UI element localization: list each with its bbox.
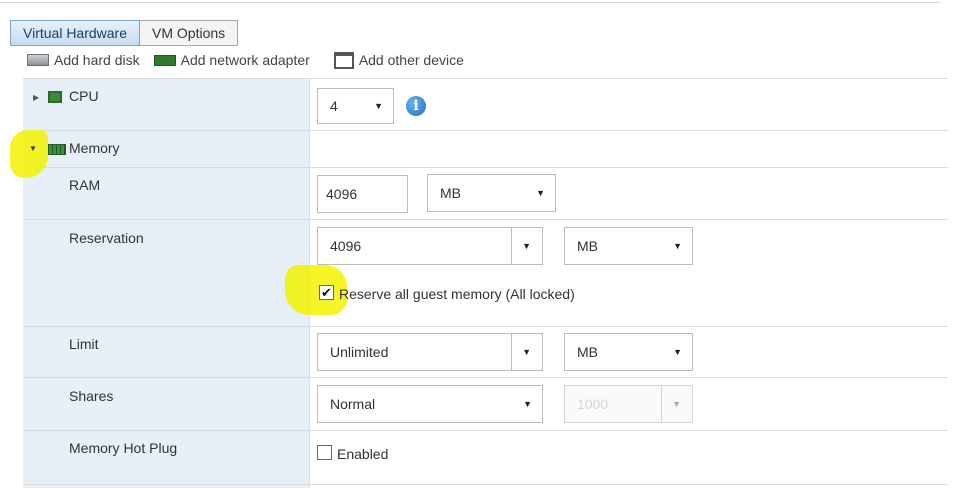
cpu-icon [48, 91, 62, 103]
limit-value: Unlimited [330, 344, 389, 360]
shares-number-combo: 1000 ▼ [564, 385, 693, 423]
row-separator [23, 130, 948, 131]
ram-value: 4096 [326, 186, 358, 202]
hot-plug-enabled-label: Enabled [337, 446, 389, 462]
caret-down-icon: ▼ [523, 399, 532, 409]
caret-down-icon: ▼ [522, 347, 531, 357]
device-icon [333, 51, 354, 69]
reservation-combo[interactable]: 4096 ▼ [317, 227, 543, 265]
memory-icon [48, 144, 66, 155]
limit-unit-value: MB [577, 344, 598, 360]
shares-number-value: 1000 [577, 396, 609, 412]
network-adapter-icon [153, 54, 176, 66]
row-separator [23, 326, 948, 327]
ram-unit-value: MB [440, 185, 461, 201]
ram-label: RAM [69, 177, 101, 193]
caret-down-icon: ▼ [374, 101, 383, 111]
cpu-count-select[interactable]: 4 ▼ [317, 88, 394, 124]
ram-input[interactable]: 4096 [317, 175, 408, 213]
info-icon[interactable]: i [406, 96, 426, 116]
row-separator [23, 377, 948, 378]
reservation-label: Reservation [69, 230, 144, 246]
shares-label: Shares [69, 388, 114, 404]
combo-separator [511, 228, 512, 264]
tab-virtual-hardware[interactable]: Virtual Hardware [10, 20, 141, 46]
memory-label: Memory [69, 140, 120, 156]
expand-cpu-icon[interactable]: ▶ [33, 93, 39, 102]
caret-down-icon: ▼ [536, 188, 545, 198]
row-separator [23, 167, 948, 168]
tab-vm-options[interactable]: VM Options [140, 20, 239, 46]
combo-separator [661, 386, 662, 422]
hard-disk-icon [27, 54, 49, 66]
row-separator [23, 430, 948, 431]
reservation-unit-select[interactable]: MB ▼ [564, 227, 693, 265]
combo-separator [511, 334, 512, 370]
reservation-value: 4096 [330, 238, 362, 254]
caret-down-icon: ▼ [673, 347, 682, 357]
collapse-memory-icon[interactable]: ▼ [29, 144, 37, 153]
top-rule [0, 2, 940, 3]
row-separator [23, 219, 948, 220]
limit-label: Limit [69, 336, 99, 352]
add-other-device-button[interactable]: Add other device [324, 51, 464, 69]
hot-plug-enabled-checkbox[interactable] [317, 445, 332, 460]
caret-down-icon: ▼ [672, 399, 681, 409]
row-separator [23, 484, 948, 485]
limit-combo[interactable]: Unlimited ▼ [317, 333, 543, 371]
hardware-settings-grid: ▶ CPU 4 ▼ i ▼ Memory RAM 4096 MB ▼ Reser… [10, 78, 948, 488]
shares-value: Normal [330, 396, 376, 412]
add-network-adapter-button[interactable]: Add network adapter [153, 52, 310, 68]
device-toolbar: Add hard disk Add network adapter Add ot… [27, 51, 478, 69]
limit-unit-select[interactable]: MB ▼ [564, 333, 693, 371]
row-separator [23, 78, 948, 79]
add-hard-disk-button[interactable]: Add hard disk [27, 52, 140, 68]
add-hard-disk-label: Add hard disk [54, 52, 140, 68]
label-column [23, 78, 309, 488]
caret-down-icon: ▼ [673, 241, 682, 251]
reservation-unit-value: MB [577, 238, 598, 254]
caret-down-icon: ▼ [522, 241, 531, 251]
tab-bar: Virtual Hardware VM Options [10, 20, 239, 46]
add-other-device-label: Add other device [358, 52, 464, 68]
cpu-count-value: 4 [330, 98, 338, 114]
highlight-mark [285, 265, 347, 315]
add-network-adapter-label: Add network adapter [180, 52, 310, 68]
ram-unit-select[interactable]: MB ▼ [427, 174, 556, 212]
memory-hot-plug-label: Memory Hot Plug [69, 440, 178, 456]
reserve-all-label: Reserve all guest memory (All locked) [339, 286, 575, 302]
shares-select[interactable]: Normal ▼ [317, 385, 543, 423]
reserve-all-checkbox[interactable]: ✔ [319, 285, 334, 300]
cpu-label: CPU [69, 88, 99, 104]
